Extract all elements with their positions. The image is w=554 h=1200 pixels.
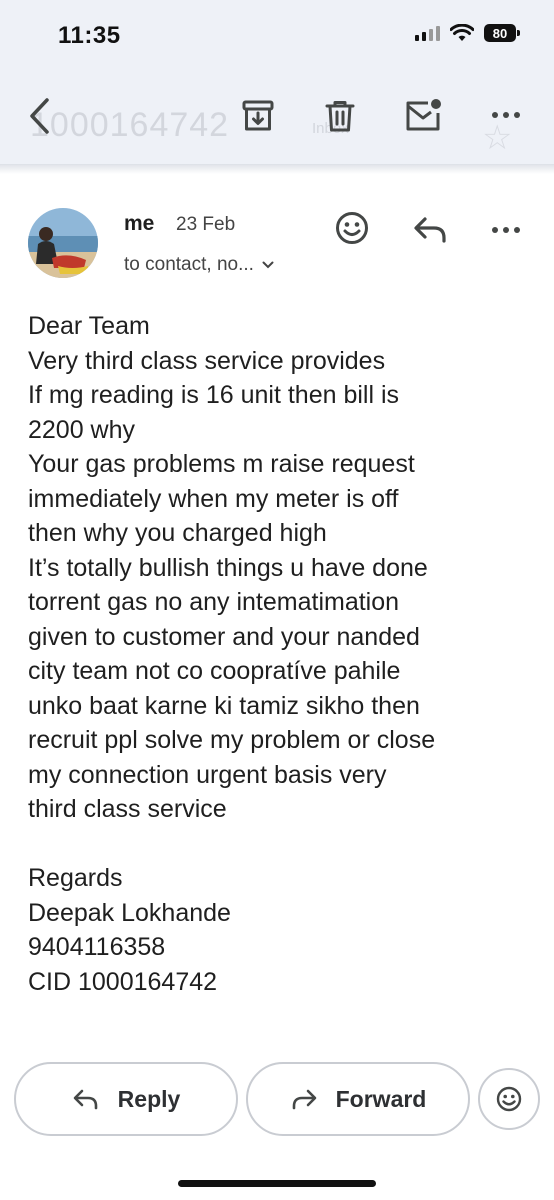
- reply-label: Reply: [117, 1085, 181, 1112]
- status-icons: 80: [415, 24, 520, 42]
- body-line: Deepak Lokhande: [28, 898, 231, 927]
- more-options-button[interactable]: [484, 100, 528, 130]
- app-toolbar: 11:35 80 1000164742 Inbox ☆: [0, 0, 554, 165]
- home-indicator[interactable]: [178, 1180, 376, 1187]
- emoji-icon: [336, 212, 368, 244]
- sender-name[interactable]: me: [124, 212, 154, 236]
- cellular-signal-icon: [415, 25, 440, 41]
- trash-icon: [325, 101, 355, 132]
- body-line: If mg reading is 16 unit then bill is: [28, 381, 400, 409]
- body-line: immediately when my meter is off: [28, 484, 399, 513]
- body-line: Your gas problems m raise request: [28, 450, 415, 478]
- reply-icon-button[interactable]: [410, 212, 450, 248]
- body-line: Regards: [28, 864, 123, 892]
- body-line: recruit ppl solve my problem or close: [28, 726, 436, 754]
- mark-unread-icon: [406, 99, 441, 131]
- archive-icon: [242, 100, 274, 131]
- battery-icon: 80: [484, 24, 520, 42]
- body-line: given to customer and your nanded: [28, 622, 420, 651]
- body-line: third class service: [28, 795, 227, 823]
- body-line: 2200 why: [28, 415, 136, 444]
- recipients-text: to contact, no...: [124, 254, 254, 275]
- body-line: my connection urgent basis very: [28, 760, 387, 789]
- chevron-down-icon: [262, 261, 274, 269]
- message-body: Dear Team Very third class service provid…: [28, 309, 538, 999]
- wifi-icon: [450, 24, 474, 41]
- body-line: then why you charged high: [28, 519, 327, 547]
- recipients-toggle[interactable]: to contact, no...: [124, 254, 274, 276]
- body-line: 9404116358: [28, 933, 166, 961]
- body-line: city team not co coopratíve pahile: [28, 657, 401, 685]
- more-icon: [492, 112, 520, 118]
- toolbar-shadow: [0, 164, 554, 174]
- forward-button[interactable]: Forward: [246, 1062, 470, 1136]
- back-icon: [30, 98, 49, 134]
- delete-button[interactable]: [318, 96, 362, 136]
- message-date: 23 Feb: [176, 214, 236, 235]
- message-more-button[interactable]: [484, 216, 528, 244]
- add-reaction-button[interactable]: [332, 208, 372, 248]
- avatar[interactable]: [28, 208, 98, 278]
- battery-level: 80: [492, 25, 508, 41]
- reaction-button[interactable]: [478, 1068, 540, 1130]
- emoji-icon: [496, 1086, 522, 1112]
- more-icon: [492, 227, 520, 233]
- body-line: It’s totally bullish things u have done: [28, 553, 428, 582]
- forward-icon: [292, 1089, 316, 1110]
- mark-unread-button[interactable]: [400, 94, 446, 136]
- reply-button[interactable]: Reply: [14, 1062, 238, 1136]
- body-line: [28, 827, 538, 862]
- reply-icon: [73, 1089, 97, 1110]
- avatar-photo: [28, 208, 98, 278]
- body-line: torrent gas no any intematimation: [28, 588, 400, 616]
- reply-icon: [414, 217, 446, 243]
- forward-label: Forward: [335, 1085, 427, 1112]
- body-line: CID 1000164742: [28, 967, 218, 996]
- back-button[interactable]: [20, 96, 60, 136]
- body-line: unko baat karne ki tamiz sikho then: [28, 691, 420, 720]
- archive-button[interactable]: [236, 96, 280, 136]
- body-line: Dear Team: [28, 312, 150, 340]
- status-time: 11:35: [58, 22, 121, 49]
- body-line: Very third class service provides: [28, 346, 386, 375]
